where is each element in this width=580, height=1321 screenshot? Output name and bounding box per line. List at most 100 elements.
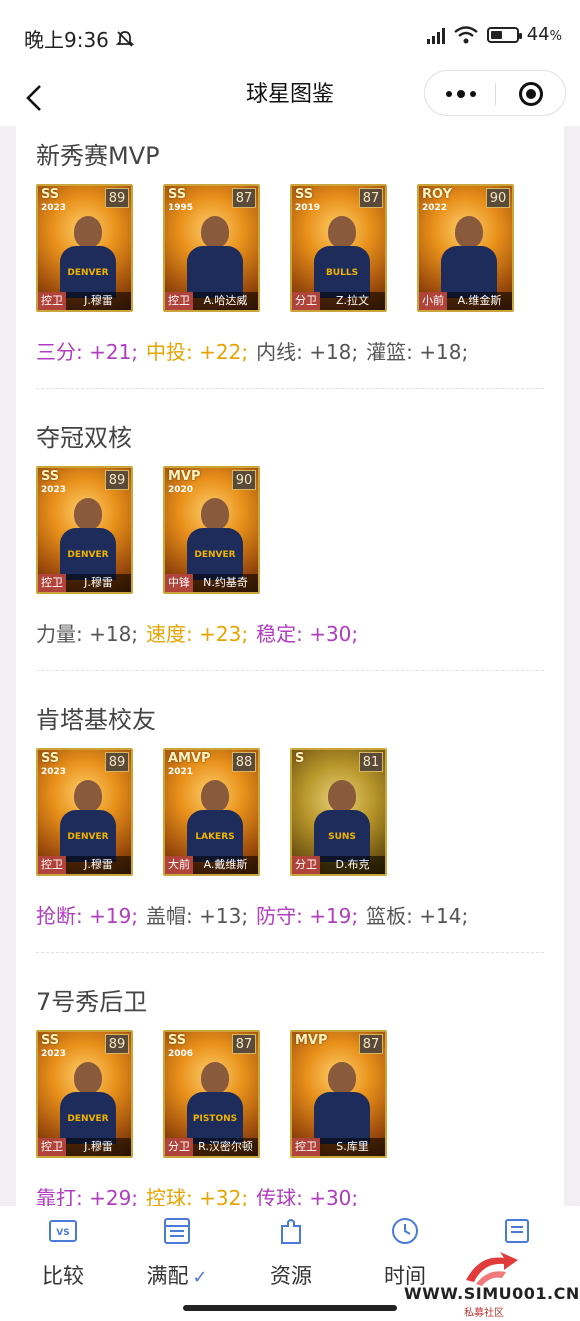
card-rating: 90 (232, 470, 256, 490)
player-portrait: DENVER (60, 216, 116, 298)
player-head (74, 780, 102, 812)
section-divider (36, 388, 544, 389)
player-portrait (314, 1062, 370, 1144)
card-position: 小前 (419, 292, 447, 310)
player-jersey (187, 246, 243, 298)
card-player-name: A.哈达威 (203, 294, 248, 307)
stat-bonus: 灌篮: +18; (366, 340, 469, 364)
player-head (74, 498, 102, 530)
home-indicator[interactable] (183, 1305, 397, 1311)
mini-program-capsule (424, 70, 566, 116)
player-card[interactable]: ROY 2022 90 小前 A.维金斯 (417, 184, 514, 312)
player-card[interactable]: SS 2006 87 PISTONS 分卫 R.汉密尔顿 (163, 1030, 260, 1158)
card-rating: 87 (232, 188, 256, 208)
stat-bonus: 抢断: +19; (36, 904, 139, 928)
card-rating: 90 (486, 188, 510, 208)
card-rating: 88 (232, 752, 256, 772)
player-card[interactable]: SS 2023 89 DENVER 控卫 J.穆雷 (36, 184, 133, 312)
stat-bonus: 力量: +18; (36, 622, 139, 646)
player-card[interactable]: SS 2023 89 DENVER 控卫 J.穆雷 (36, 748, 133, 876)
player-jersey (314, 1092, 370, 1144)
close-target-button[interactable] (519, 82, 543, 106)
card-position: 控卫 (38, 1138, 66, 1156)
jersey-text: LAKERS (195, 832, 235, 842)
player-card-row: SS 2023 89 DENVER 控卫 J.穆雷 AMVP 2021 88 LAKERS 大前 A.… (36, 748, 387, 876)
card-tier-badge: ROY (422, 187, 453, 202)
player-jersey: LAKERS (187, 810, 243, 862)
card-tier-badge: SS (295, 187, 314, 202)
section-title: 夺冠双核 (36, 424, 132, 452)
card-year: 2022 (422, 203, 448, 213)
card-position: 控卫 (38, 292, 66, 310)
card-position: 分卫 (292, 856, 320, 874)
more-button[interactable] (443, 85, 479, 103)
player-card[interactable]: AMVP 2021 88 LAKERS 大前 A.戴维斯 (163, 748, 260, 876)
card-tier-badge: SS (168, 1033, 187, 1048)
card-player-name: D.布克 (335, 858, 370, 871)
vs-icon: VS (48, 1216, 78, 1246)
check-icon: ✓ (192, 1267, 208, 1288)
tab-compare[interactable]: VS 比较 (18, 1216, 108, 1290)
stat-bonus: 速度: +23; (146, 622, 249, 646)
player-card[interactable]: MVP 2020 90 DENVER 中锋 N.约基奇 (163, 466, 260, 594)
watermark: WWW.SIMU001.CN 私募社区 (404, 1250, 580, 1319)
card-position: 控卫 (38, 574, 66, 592)
player-jersey: BULLS (314, 246, 370, 298)
card-year: 1995 (168, 203, 194, 213)
player-card-row: SS 2023 89 DENVER 控卫 J.穆雷 SS 1995 87 控卫 A.哈达威 SS 201… (36, 184, 514, 312)
stat-bonus: 内线: +18; (256, 340, 359, 364)
card-player-name: Z.拉文 (335, 294, 370, 307)
card-year: 2020 (168, 485, 194, 495)
card-rating: 87 (232, 1034, 256, 1054)
player-head (328, 780, 356, 812)
card-tier-badge: MVP (168, 469, 201, 484)
watermark-text: WWW.SIMU001.CN (404, 1284, 580, 1303)
player-card[interactable]: SS 1995 87 控卫 A.哈达威 (163, 184, 260, 312)
stat-bonus: 盖帽: +13; (146, 904, 249, 928)
player-card[interactable]: MVP 87 控卫 S.库里 (290, 1030, 387, 1158)
watermark-logo-icon (466, 1252, 518, 1286)
time-text: 晚上9:36 (24, 28, 109, 52)
player-portrait (441, 216, 497, 298)
card-rating: 89 (105, 752, 129, 772)
card-rating: 89 (105, 470, 129, 490)
document-icon (502, 1216, 532, 1246)
player-head (328, 1062, 356, 1094)
player-jersey (441, 246, 497, 298)
player-card[interactable]: S 81 SUNS 分卫 D.布克 (290, 748, 387, 876)
status-indicators: 44% (426, 24, 562, 45)
stat-bonus: 稳定: +30; (256, 622, 359, 646)
card-position: 分卫 (292, 292, 320, 310)
combo-section: 新秀赛MVP SS 2023 89 DENVER 控卫 J.穆雷 SS 1995 87 控卫 A.哈达… (16, 124, 564, 406)
tab-full-config[interactable]: 满配 ✓ (132, 1216, 222, 1290)
card-rating: 81 (359, 752, 383, 772)
content-panel: 新秀赛MVP SS 2023 89 DENVER 控卫 J.穆雷 SS 1995 87 控卫 A.哈达… (16, 124, 564, 1206)
player-portrait: BULLS (314, 216, 370, 298)
player-card[interactable]: SS 2023 89 DENVER 控卫 J.穆雷 (36, 1030, 133, 1158)
card-position: 控卫 (165, 292, 193, 310)
combo-section: 肯塔基校友 SS 2023 89 DENVER 控卫 J.穆雷 AMVP 2021 88 LAKER… (16, 688, 564, 970)
table-icon (162, 1216, 192, 1246)
card-tier-badge: SS (41, 469, 60, 484)
player-portrait: DENVER (60, 780, 116, 862)
mute-bell-icon (116, 31, 135, 47)
card-player-name: R.汉密尔顿 (198, 1140, 253, 1153)
player-jersey: DENVER (60, 528, 116, 580)
combo-section: 7号秀后卫 SS 2023 89 DENVER 控卫 J.穆雷 SS 2006 87 PISTONS… (16, 970, 564, 1206)
tab-label-row: 满配 ✓ (132, 1260, 222, 1290)
player-head (201, 1062, 229, 1094)
player-card[interactable]: SS 2019 87 BULLS 分卫 Z.拉文 (290, 184, 387, 312)
tab-resources[interactable]: 资源 (246, 1216, 336, 1290)
player-head (201, 498, 229, 530)
player-head (455, 216, 483, 248)
card-player-name: J.穆雷 (84, 1140, 113, 1153)
player-head (74, 1062, 102, 1094)
tab-label: 满配 (146, 1264, 189, 1288)
player-portrait: SUNS (314, 780, 370, 862)
card-player-name: A.维金斯 (457, 294, 502, 307)
section-title: 新秀赛MVP (36, 142, 160, 170)
player-card[interactable]: SS 2023 89 DENVER 控卫 J.穆雷 (36, 466, 133, 594)
tab-label: 资源 (270, 1264, 312, 1288)
card-rating: 89 (105, 188, 129, 208)
jersey-text: BULLS (325, 268, 359, 278)
